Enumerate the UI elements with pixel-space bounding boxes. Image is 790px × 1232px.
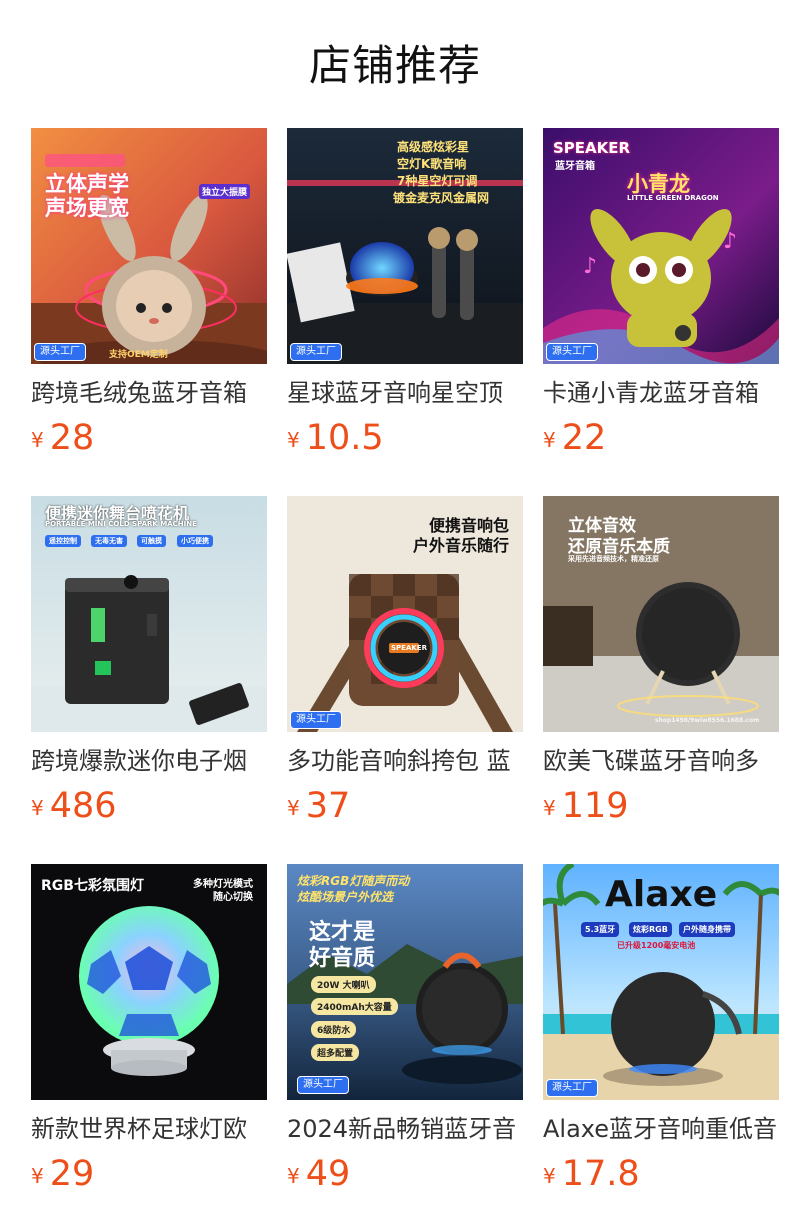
product-card[interactable]: ♪ ♪ SPEAKER 蓝牙音箱 小青龙 LITTLE GREEN DRAGON… [543, 128, 779, 468]
factory-badge: 源头工厂 [546, 1079, 598, 1097]
image-caption: 采用先进音频技术，精准还原 [568, 555, 659, 563]
image-caption: shop1498/9wiw8556.1688.com [655, 717, 760, 724]
image-caption: 6级防水 [311, 1021, 357, 1038]
product-image[interactable]: 立体音效 还原音乐本质 采用先进音频技术，精准还原 shop1498/9wiw8… [543, 496, 779, 732]
image-headline: 7种星空灯可调 [397, 174, 478, 188]
product-card[interactable]: 立体声学 声场更宽 独立大振膜 支持OEM定制 源头工厂 跨境毛绒兔蓝牙音箱 ¥… [31, 128, 267, 468]
svg-text:♪: ♪ [723, 229, 737, 254]
image-caption: 小巧便携 [177, 535, 213, 547]
price-amount: 10.5 [305, 418, 384, 458]
factory-badge: 源头工厂 [297, 1076, 349, 1094]
image-caption: 2400mAh大容量 [311, 998, 398, 1015]
image-headline: 声场更宽 [45, 196, 129, 220]
product-card[interactable]: 炫彩RGB灯随声而动 炫酷场景户外优选 这才是 好音质 20W 大喇叭 2400… [287, 864, 523, 1204]
image-headline: SPEAKER [553, 139, 631, 157]
currency-symbol: ¥ [287, 428, 300, 452]
product-name[interactable]: 卡通小青龙蓝牙音箱 [543, 376, 779, 410]
recommend-page: 店铺推荐 立体声学 声场更宽 独立大振膜 支持OEM定制 源头工厂 跨境毛绒兔蓝… [0, 0, 790, 1232]
svg-text:♪: ♪ [583, 254, 597, 279]
product-image[interactable]: 炫彩RGB灯随声而动 炫酷场景户外优选 这才是 好音质 20W 大喇叭 2400… [287, 864, 523, 1100]
image-headline: 炫酷场景户外优选 [297, 890, 394, 904]
image-headline: 好音质 [309, 946, 376, 971]
page-title: 店铺推荐 [308, 41, 481, 90]
product-name[interactable]: 跨境爆款迷你电子烟 [31, 744, 267, 778]
price-amount: 49 [305, 1154, 351, 1194]
image-caption: LITTLE GREEN DRAGON [627, 194, 719, 202]
currency-symbol: ¥ [287, 1164, 300, 1188]
product-price: ¥22 [543, 415, 606, 461]
currency-symbol: ¥ [31, 1164, 44, 1188]
image-caption: 独立大振膜 [199, 184, 251, 199]
product-card[interactable]: 立体音效 还原音乐本质 采用先进音频技术，精准还原 shop1498/9wiw8… [543, 496, 779, 836]
image-caption: 随心切换 [213, 892, 253, 903]
price-amount: 22 [561, 418, 607, 458]
product-price: ¥17.8 [543, 1151, 640, 1197]
image-caption: 无毒无害 [91, 535, 127, 547]
product-image[interactable]: ♪ ♪ SPEAKER 蓝牙音箱 小青龙 LITTLE GREEN DRAGON… [543, 128, 779, 364]
product-price: ¥49 [287, 1151, 350, 1197]
product-card[interactable]: 便携音响包 户外音乐随行 SPEAKER 源头工厂 多功能音响斜挎包 蓝 ¥37 [287, 496, 523, 836]
image-caption: 户外随身携带 [679, 922, 735, 937]
product-price: ¥28 [31, 415, 94, 461]
image-caption: 5.3蓝牙 [581, 922, 620, 937]
image-headline: 空灯K歌音响 [397, 157, 467, 171]
product-name[interactable]: Alaxe蓝牙音响重低音 [543, 1112, 779, 1146]
currency-symbol: ¥ [543, 428, 556, 452]
product-image[interactable]: 便携迷你舞台喷花机 PORTABLE MINI COLD SPARK MACHI… [31, 496, 267, 732]
product-image[interactable]: 便携音响包 户外音乐随行 SPEAKER 源头工厂 [287, 496, 523, 732]
factory-badge: 源头工厂 [290, 343, 342, 361]
price-amount: 37 [305, 786, 351, 826]
image-caption: 遥控控制 [45, 535, 81, 547]
image-caption: 炫彩RGB [629, 922, 672, 937]
image-caption: 支持OEM定制 [109, 350, 168, 360]
image-caption: 蓝牙音箱 [555, 161, 595, 172]
image-headline: 高级感炫彩星 [397, 140, 470, 154]
price-amount: 119 [561, 786, 629, 826]
currency-symbol: ¥ [543, 1164, 556, 1188]
currency-symbol: ¥ [287, 796, 300, 820]
image-headline: 镀金麦克风金属网 [393, 191, 490, 205]
image-caption: 20W 大喇叭 [311, 976, 376, 993]
image-caption: 可触摸 [137, 535, 166, 547]
product-price: ¥10.5 [287, 415, 384, 461]
product-name[interactable]: 新款世界杯足球灯欧 [31, 1112, 267, 1146]
product-card[interactable]: 便携迷你舞台喷花机 PORTABLE MINI COLD SPARK MACHI… [31, 496, 267, 836]
image-headline: 户外音乐随行 [413, 536, 510, 555]
product-price: ¥119 [543, 783, 629, 829]
price-amount: 486 [49, 786, 117, 826]
image-caption: 超多配置 [311, 1044, 360, 1061]
product-image[interactable]: Alaxe 5.3蓝牙 炫彩RGB 户外随身携带 已升级1200毫安电池 源头工… [543, 864, 779, 1100]
product-card[interactable]: Alaxe 5.3蓝牙 炫彩RGB 户外随身携带 已升级1200毫安电池 源头工… [543, 864, 779, 1204]
currency-symbol: ¥ [31, 428, 44, 452]
product-image[interactable]: 高级感炫彩星 空灯K歌音响 7种星空灯可调 镀金麦克风金属网 源头工厂 [287, 128, 523, 364]
factory-badge: 源头工厂 [34, 343, 86, 361]
factory-badge: 源头工厂 [546, 343, 598, 361]
price-amount: 17.8 [561, 1154, 640, 1194]
product-image[interactable]: 立体声学 声场更宽 独立大振膜 支持OEM定制 源头工厂 [31, 128, 267, 364]
price-amount: 28 [49, 418, 95, 458]
product-name[interactable]: 跨境毛绒兔蓝牙音箱 [31, 376, 267, 410]
image-caption: PORTABLE MINI COLD SPARK MACHINE [45, 520, 197, 528]
product-name[interactable]: 多功能音响斜挎包 蓝 [287, 744, 523, 778]
product-image[interactable]: RGB七彩氛围灯 多种灯光模式 随心切换 [31, 864, 267, 1100]
product-name[interactable]: 欧美飞碟蓝牙音响多 [543, 744, 779, 778]
product-name[interactable]: 2024新品畅销蓝牙音 [287, 1112, 523, 1146]
price-amount: 29 [49, 1154, 95, 1194]
product-price: ¥29 [31, 1151, 94, 1197]
factory-badge: 源头工厂 [290, 711, 342, 729]
product-price: ¥37 [287, 783, 350, 829]
image-headline: 炫彩RGB灯随声而动 [297, 874, 410, 888]
image-caption: SPEAKER [391, 644, 427, 652]
product-name[interactable]: 星球蓝牙音响星空顶 [287, 376, 523, 410]
product-price: ¥486 [31, 783, 117, 829]
mini-spark-machine-icon [31, 496, 267, 732]
product-card[interactable]: 高级感炫彩星 空灯K歌音响 7种星空灯可调 镀金麦克风金属网 源头工厂 星球蓝牙… [287, 128, 523, 468]
image-brand: Alaxe [605, 874, 718, 915]
currency-symbol: ¥ [543, 796, 556, 820]
image-headline: RGB七彩氛围灯 [41, 878, 144, 894]
currency-symbol: ¥ [31, 796, 44, 820]
plush-bunny-speaker-icon [31, 128, 267, 364]
image-caption: 已升级1200毫安电池 [617, 941, 696, 950]
product-card[interactable]: RGB七彩氛围灯 多种灯光模式 随心切换 新款世界杯足球灯欧 ¥29 [31, 864, 267, 1204]
